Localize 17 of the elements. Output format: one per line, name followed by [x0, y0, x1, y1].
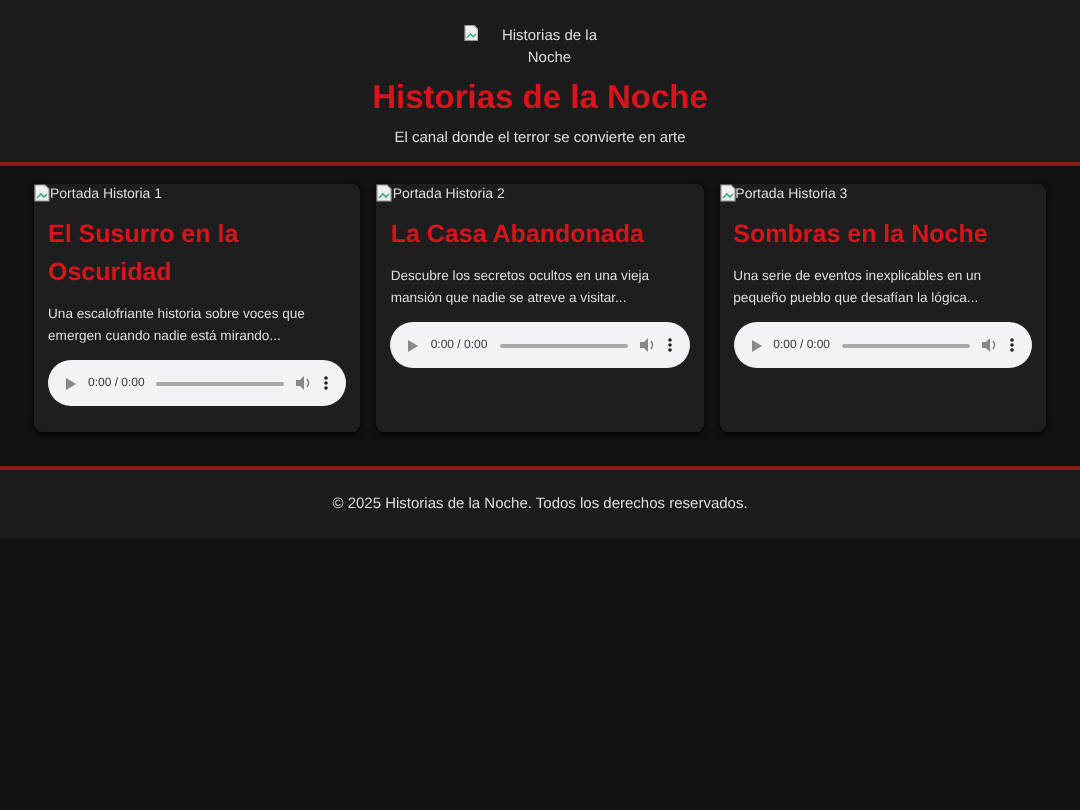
menu-icon[interactable]	[667, 338, 672, 352]
play-icon[interactable]	[66, 377, 76, 389]
play-icon[interactable]	[408, 339, 419, 351]
menu-icon[interactable]	[324, 376, 329, 390]
broken-image-icon	[464, 24, 479, 42]
broken-image-icon	[34, 183, 50, 201]
site-title: Historias de la Noche	[370, 80, 710, 118]
volume-icon[interactable]	[639, 338, 656, 352]
story-title: El Susurro en la Oscuridad	[48, 218, 241, 290]
menu-icon[interactable]	[1009, 338, 1014, 352]
volume-icon[interactable]	[296, 376, 313, 390]
story-title: Sombras en la Noche	[733, 218, 990, 252]
play-icon[interactable]	[751, 339, 762, 351]
broken-image-icon	[719, 183, 736, 201]
volume-icon[interactable]	[981, 338, 998, 352]
broken-image-icon	[376, 183, 393, 201]
story-title: La Casa Abandonada	[390, 218, 646, 252]
